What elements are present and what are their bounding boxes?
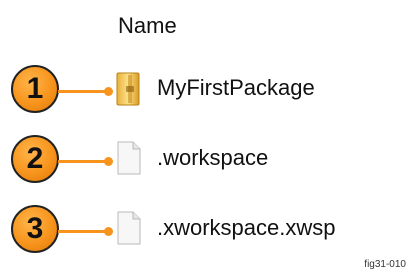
callout-leader-line bbox=[58, 230, 106, 233]
folder-icon bbox=[116, 72, 140, 106]
list-item-xworkspace[interactable]: 3 .xworkspace.xwsp bbox=[0, 201, 412, 261]
callout-badge-1: 1 bbox=[11, 65, 59, 113]
list-item-myfirstpackage[interactable]: 1 MyFirstPackage bbox=[0, 61, 412, 121]
callout-leader-dot bbox=[104, 157, 113, 166]
callout-leader-line bbox=[58, 90, 106, 93]
file-icon bbox=[117, 211, 141, 245]
file-icon bbox=[117, 141, 141, 175]
callout-badge-3: 3 bbox=[11, 205, 59, 253]
name-column-header: Name bbox=[118, 13, 177, 38]
callout-badge-2: 2 bbox=[11, 135, 59, 183]
item-name: .xworkspace.xwsp bbox=[157, 215, 336, 240]
list-item-workspace[interactable]: 2 .workspace bbox=[0, 131, 412, 191]
callout-leader-dot bbox=[104, 227, 113, 236]
callout-leader-line bbox=[58, 160, 106, 163]
figure-label: fig31-010 bbox=[364, 259, 406, 270]
item-name: .workspace bbox=[157, 145, 269, 170]
item-name: MyFirstPackage bbox=[157, 75, 315, 100]
callout-leader-dot bbox=[104, 87, 113, 96]
